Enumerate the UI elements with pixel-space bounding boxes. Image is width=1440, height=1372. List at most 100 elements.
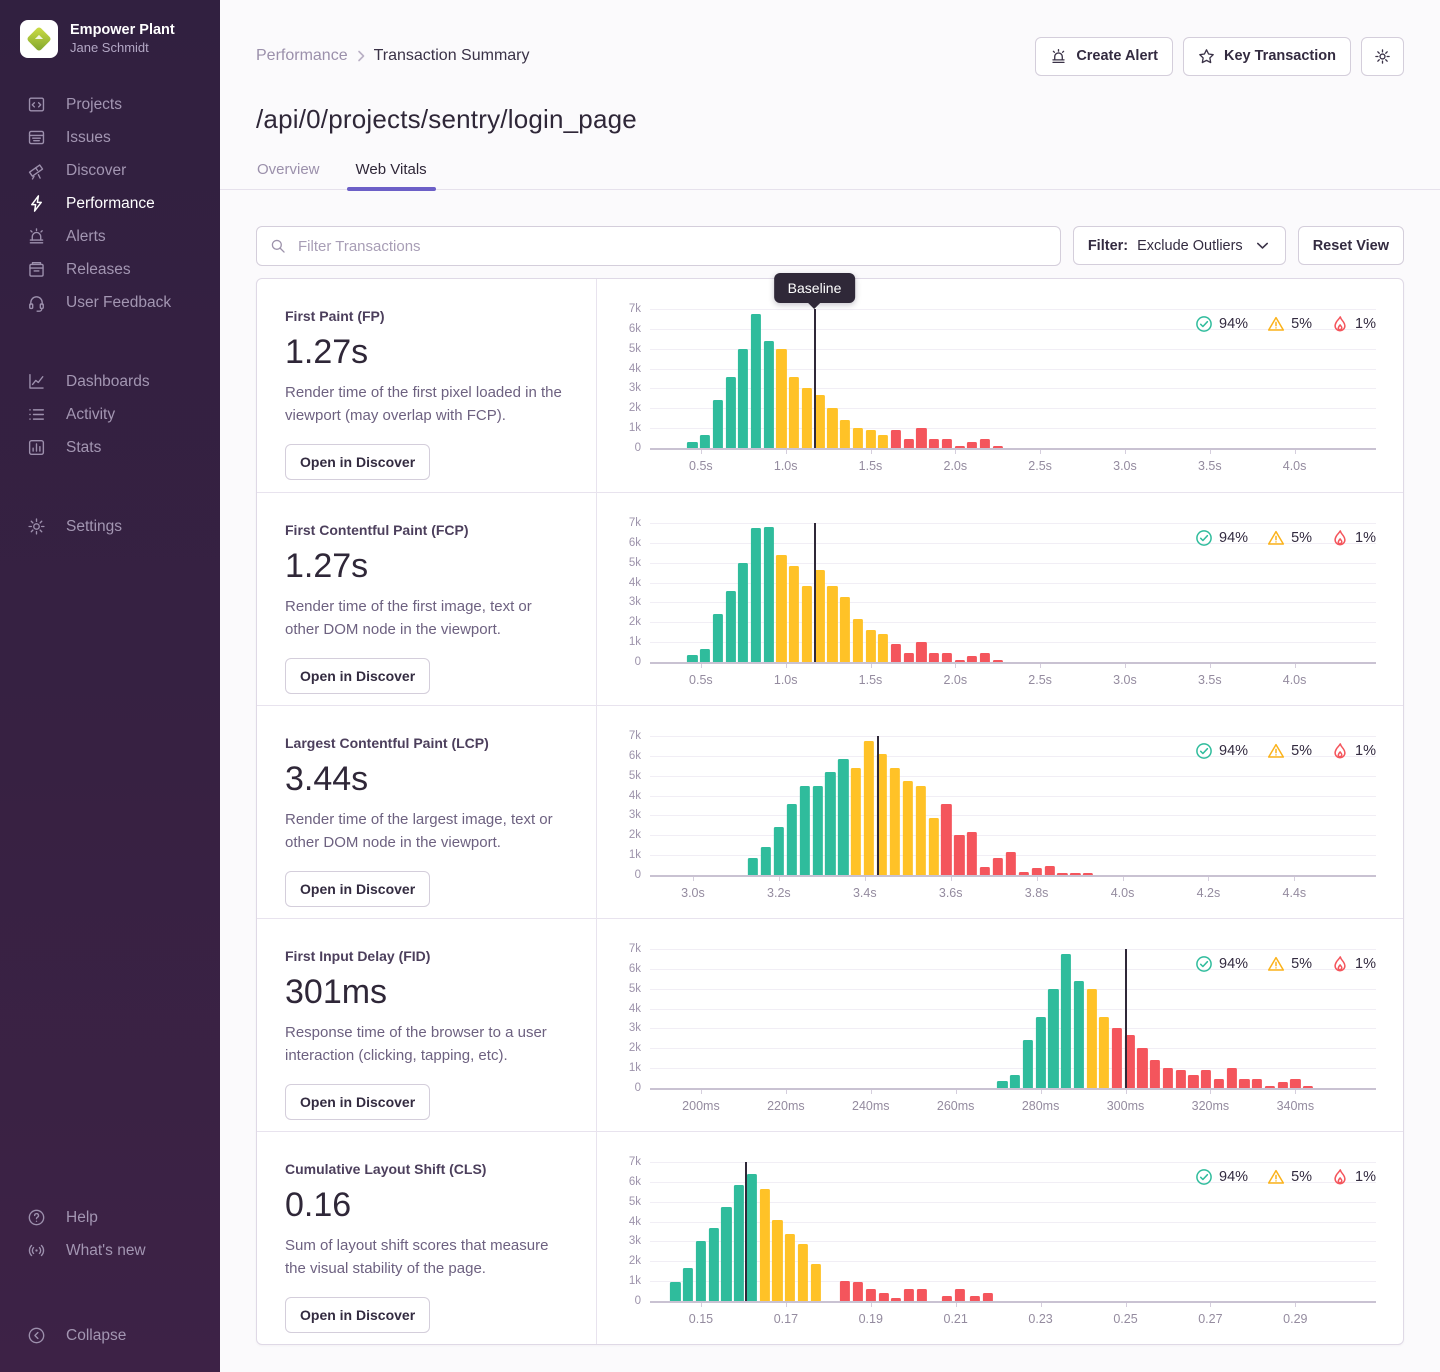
histogram-bar[interactable] xyxy=(970,1296,980,1301)
histogram-bar[interactable] xyxy=(721,1207,731,1301)
reset-view-button[interactable]: Reset View xyxy=(1298,226,1404,265)
histogram-bar[interactable] xyxy=(1201,1070,1211,1088)
histogram-bar[interactable] xyxy=(878,1293,888,1301)
histogram-bar[interactable] xyxy=(917,1289,927,1301)
histogram-bar[interactable] xyxy=(904,1289,914,1301)
histogram-bar[interactable] xyxy=(941,804,951,875)
sidebar-item-help[interactable]: Help xyxy=(0,1201,220,1234)
filter-transactions-input[interactable] xyxy=(296,237,1047,256)
histogram-bar[interactable] xyxy=(891,644,901,662)
histogram-bar[interactable] xyxy=(980,439,990,448)
histogram-bar[interactable] xyxy=(776,349,786,448)
histogram-bar[interactable] xyxy=(751,314,761,448)
histogram-bar[interactable] xyxy=(683,1268,693,1301)
histogram-bar[interactable] xyxy=(993,660,1003,662)
histogram-bar[interactable] xyxy=(929,653,939,662)
sidebar-item-stats[interactable]: Stats xyxy=(0,431,220,464)
histogram-bar[interactable] xyxy=(1061,954,1071,1088)
histogram-bar[interactable] xyxy=(980,867,990,875)
histogram-bar[interactable] xyxy=(853,1282,863,1301)
histogram-bar[interactable] xyxy=(1214,1079,1224,1088)
histogram-bar[interactable] xyxy=(738,563,748,662)
histogram-bar[interactable] xyxy=(700,435,710,448)
histogram-bar[interactable] xyxy=(827,408,837,448)
sidebar-item-dashboards[interactable]: Dashboards xyxy=(0,365,220,398)
histogram-bar[interactable] xyxy=(942,1296,952,1301)
settings-gear-button[interactable] xyxy=(1361,37,1404,76)
histogram-bar[interactable] xyxy=(1265,1086,1275,1088)
histogram-bar[interactable] xyxy=(1252,1079,1262,1088)
open-in-discover-button[interactable]: Open in Discover xyxy=(285,1297,430,1333)
histogram-bar[interactable] xyxy=(853,428,863,448)
histogram-bar[interactable] xyxy=(761,847,771,875)
histogram-bar[interactable] xyxy=(747,1174,757,1301)
histogram-bar[interactable] xyxy=(687,442,697,448)
histogram-bar[interactable] xyxy=(878,634,888,662)
create-alert-button[interactable]: Create Alert xyxy=(1035,37,1173,76)
histogram-bar[interactable] xyxy=(1048,989,1058,1088)
histogram-bar[interactable] xyxy=(890,768,900,875)
histogram-bar[interactable] xyxy=(916,428,926,448)
histogram-bar[interactable] xyxy=(865,630,875,662)
histogram-bar[interactable] xyxy=(1086,989,1096,1088)
histogram-bar[interactable] xyxy=(815,570,825,662)
open-in-discover-button[interactable]: Open in Discover xyxy=(285,444,430,480)
sidebar-item-issues[interactable]: Issues xyxy=(0,121,220,154)
histogram-bar[interactable] xyxy=(954,660,964,662)
histogram-bar[interactable] xyxy=(967,656,977,662)
sidebar-item-releases[interactable]: Releases xyxy=(0,253,220,286)
histogram-bar[interactable] xyxy=(1163,1068,1173,1088)
histogram-bar[interactable] xyxy=(700,649,710,662)
histogram-bar[interactable] xyxy=(789,566,799,662)
histogram-bar[interactable] xyxy=(798,1244,808,1301)
histogram-bar[interactable] xyxy=(764,341,774,448)
histogram-bar[interactable] xyxy=(840,420,850,448)
histogram-bar[interactable] xyxy=(1227,1068,1237,1088)
histogram-bar[interactable] xyxy=(1023,1040,1033,1088)
histogram-bar[interactable] xyxy=(789,377,799,448)
histogram-bar[interactable] xyxy=(734,1185,744,1301)
histogram-bar[interactable] xyxy=(840,1281,850,1301)
histogram-bar[interactable] xyxy=(774,827,784,875)
histogram-bar[interactable] xyxy=(802,388,812,448)
histogram-bar[interactable] xyxy=(827,586,837,662)
sidebar-item-user-feedback[interactable]: User Feedback xyxy=(0,286,220,319)
histogram-bar[interactable] xyxy=(709,1228,719,1301)
histogram-bar[interactable] xyxy=(812,786,822,875)
histogram-bar[interactable] xyxy=(1137,1048,1147,1088)
histogram-bar[interactable] xyxy=(1176,1070,1186,1088)
histogram-bar[interactable] xyxy=(904,439,914,448)
histogram-bar[interactable] xyxy=(738,349,748,448)
histogram-bar[interactable] xyxy=(997,1081,1007,1088)
histogram-bar[interactable] xyxy=(838,759,848,875)
histogram-bar[interactable] xyxy=(748,858,758,875)
histogram-bar[interactable] xyxy=(802,586,812,662)
histogram-bar[interactable] xyxy=(1290,1079,1300,1088)
histogram-bar[interactable] xyxy=(866,1289,876,1301)
histogram-bar[interactable] xyxy=(1070,873,1080,875)
histogram-bar[interactable] xyxy=(687,655,697,662)
histogram-bar[interactable] xyxy=(713,614,723,662)
histogram-bar[interactable] xyxy=(772,1220,782,1301)
filter-dropdown-button[interactable]: Filter: Exclude Outliers xyxy=(1073,226,1286,265)
histogram-bar[interactable] xyxy=(760,1189,770,1301)
histogram-bar[interactable] xyxy=(942,653,952,662)
histogram-bar[interactable] xyxy=(865,430,875,448)
histogram-bar[interactable] xyxy=(851,768,861,875)
histogram-bar[interactable] xyxy=(799,786,809,875)
histogram-bar[interactable] xyxy=(1074,981,1084,1088)
tab-web-vitals[interactable]: Web Vitals xyxy=(356,161,427,189)
histogram-bar[interactable] xyxy=(810,1264,820,1301)
sidebar-item-discover[interactable]: Discover xyxy=(0,154,220,187)
sidebar-item-what-s-new[interactable]: What's new xyxy=(0,1234,220,1267)
key-transaction-button[interactable]: Key Transaction xyxy=(1183,37,1351,76)
histogram-bar[interactable] xyxy=(993,858,1003,875)
open-in-discover-button[interactable]: Open in Discover xyxy=(285,1084,430,1120)
histogram-bar[interactable] xyxy=(1044,866,1054,875)
histogram-bar[interactable] xyxy=(670,1282,680,1301)
histogram-bar[interactable] xyxy=(928,818,938,875)
histogram-bar[interactable] xyxy=(967,442,977,448)
histogram-bar[interactable] xyxy=(955,1289,965,1301)
histogram-bar[interactable] xyxy=(1036,1017,1046,1088)
histogram-bar[interactable] xyxy=(1099,1017,1109,1088)
